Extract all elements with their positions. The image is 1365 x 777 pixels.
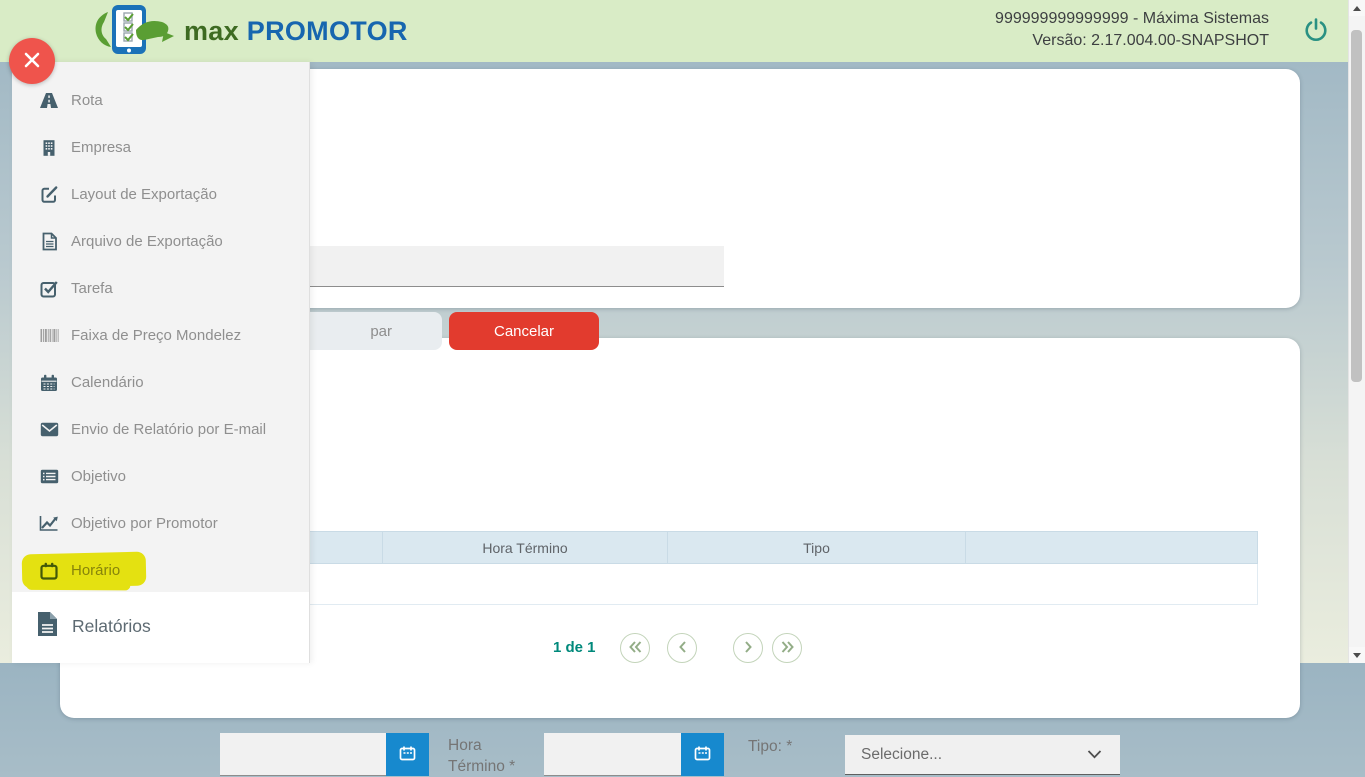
logout-power-button[interactable]: [1301, 16, 1331, 46]
account-info: 999999999999999 - Máxima Sistemas Versão…: [995, 8, 1269, 52]
clear-button[interactable]: par: [292, 312, 442, 350]
sidebar-item-calendario[interactable]: Calendário: [12, 359, 309, 406]
hora-inicio-calendar-button[interactable]: [386, 733, 429, 776]
sidebar-item-objetivo-por-promotor[interactable]: Objetivo por Promotor: [12, 500, 309, 547]
sidebar-item-label: Envio de Relatório por E-mail: [71, 421, 267, 438]
road-icon: [38, 92, 60, 109]
app-header: max PROMOTOR 999999999999999 - Máxima Si…: [0, 0, 1349, 62]
sidebar-item-label: Empresa: [71, 139, 132, 156]
prev-page-button[interactable]: [667, 633, 697, 663]
maxpromotor-logo-icon: [86, 2, 178, 61]
building-icon: [38, 139, 60, 157]
scrollbar-thumb[interactable]: [1351, 30, 1362, 382]
sidebar-item-label: Rota: [71, 92, 103, 109]
sidebar-item-tarefa[interactable]: Tarefa: [12, 265, 309, 312]
next-page-button[interactable]: [733, 633, 763, 663]
sidebar-item-label: Horário: [71, 562, 121, 579]
version-line: Versão: 2.17.004.00-SNAPSHOT: [1032, 32, 1269, 49]
table-header-extra: [966, 532, 1259, 563]
edit-icon: [38, 185, 60, 204]
brand: max PROMOTOR: [86, 3, 408, 59]
chevron-down-icon: [1087, 750, 1102, 759]
sidebar-item-relatorios[interactable]: Relatórios: [12, 600, 309, 652]
calendar-picker-icon: [693, 744, 712, 766]
hora-termino-input[interactable]: [544, 733, 681, 776]
task-check-icon: [38, 280, 60, 298]
sidebar-item-label: Objetivo por Promotor: [71, 515, 218, 532]
sidebar-item-label: Faixa de Preço Mondelez: [71, 327, 242, 344]
sidebar-item-arquivo-exportacao[interactable]: Arquivo de Exportação: [12, 218, 309, 265]
scroll-up-arrow-icon[interactable]: [1349, 0, 1365, 16]
sidebar-item-label: Arquivo de Exportação: [71, 233, 223, 250]
sidebar-item-envio-relatorio-email[interactable]: Envio de Relatório por E-mail: [12, 406, 309, 453]
account-line: 999999999999999 - Máxima Sistemas: [995, 10, 1269, 27]
next-page-icon: [744, 640, 753, 657]
calendar-icon: [38, 374, 60, 392]
tipo-select[interactable]: Selecione...: [845, 735, 1120, 775]
cancel-button[interactable]: Cancelar: [449, 312, 599, 350]
sidebar-item-label: Layout de Exportação: [71, 186, 217, 203]
scroll-down-arrow-icon[interactable]: [1349, 647, 1365, 663]
sidebar-item-label: Calendário: [71, 374, 144, 391]
first-page-button[interactable]: [620, 633, 650, 663]
brand-text: max PROMOTOR: [184, 16, 408, 47]
table-header-tipo: Tipo: [668, 532, 966, 563]
tipo-label: Tipo: *: [748, 738, 793, 755]
prev-page-icon: [678, 640, 687, 657]
last-page-button[interactable]: [772, 633, 802, 663]
last-page-icon: [780, 640, 795, 657]
sidebar-item-rota[interactable]: Rota: [12, 77, 309, 124]
schedule-icon: [38, 562, 60, 580]
hora-termino-calendar-button[interactable]: [681, 733, 724, 776]
table-header-hora-termino: Hora Término: [383, 532, 668, 563]
sidebar-submenu: Rota Empresa Layout de Exportação Arquiv…: [12, 62, 309, 592]
hora-termino-label: Hora Término *: [448, 737, 516, 775]
report-icon: [36, 611, 59, 642]
sidebar-item-label: Relatórios: [72, 615, 151, 636]
calendar-picker-icon: [398, 744, 417, 766]
file-icon: [38, 232, 60, 251]
list-icon: [38, 469, 60, 484]
hora-inicio-input[interactable]: [220, 733, 386, 776]
first-page-icon: [628, 640, 643, 657]
sidebar-item-label: Tarefa: [71, 280, 113, 297]
sidebar-item-empresa[interactable]: Empresa: [12, 124, 309, 171]
sidebar-menu: Rota Empresa Layout de Exportação Arquiv…: [12, 62, 310, 663]
line-chart-icon: [38, 515, 60, 532]
sidebar-item-faixa-preco-mondelez[interactable]: Faixa de Preço Mondelez: [12, 312, 309, 359]
sidebar-item-layout-exportacao[interactable]: Layout de Exportação: [12, 171, 309, 218]
close-menu-button[interactable]: [9, 38, 55, 84]
brand-promotor: PROMOTOR: [246, 15, 408, 46]
tipo-select-value: Selecione...: [861, 745, 942, 763]
envelope-icon: [38, 422, 60, 437]
power-icon: [1302, 18, 1330, 47]
sidebar-item-objetivo[interactable]: Objetivo: [12, 453, 309, 500]
sidebar-item-horario[interactable]: Horário: [12, 547, 309, 594]
barcode-icon: [38, 328, 60, 343]
pagination-label: 1 de 1: [553, 639, 596, 656]
sidebar-item-label: Objetivo: [71, 468, 127, 485]
page-scrollbar[interactable]: [1348, 0, 1365, 663]
close-icon: [22, 50, 42, 73]
brand-max: max: [184, 15, 239, 46]
